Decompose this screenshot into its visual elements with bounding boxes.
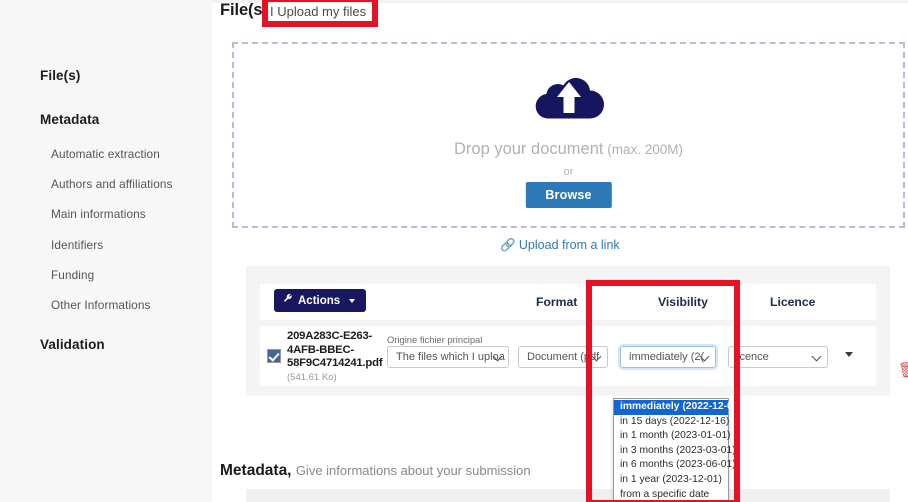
sidebar-group-files[interactable]: File(s) — [40, 68, 80, 83]
dropdown-option-in-1-year[interactable]: in 1 year (2023-12-01) — [614, 473, 728, 488]
actions-button[interactable]: Actions — [274, 289, 367, 312]
origin-select-value: The files which I uploa — [396, 351, 505, 363]
metadata-card-top — [246, 489, 890, 502]
link-icon: 🔗 — [500, 238, 516, 252]
file-name: 209A283C-E263-4AFB-BBEC-58F9C4714241.pdf — [287, 330, 383, 369]
app-root: File(s) Metadata Automatic extraction Au… — [0, 0, 908, 502]
licence-select[interactable]: icence — [728, 346, 828, 368]
visibility-select[interactable]: immediately (2( — [618, 344, 718, 370]
upload-from-link[interactable]: 🔗 Upload from a link — [212, 238, 908, 253]
dropdown-option-from-a-specific-date[interactable]: from a specific date — [614, 488, 728, 502]
panel-top-strip — [212, 0, 908, 3]
dropzone-primary-label: Drop your document — [453, 140, 604, 158]
actions-button-label: Actions — [298, 294, 341, 307]
browse-button[interactable]: Browse — [525, 182, 612, 208]
sidebar-item-main-informations[interactable]: Main informations — [51, 207, 146, 221]
file-table-header: Actions Format Visibility Licence — [260, 284, 876, 320]
sidebar-item-automatic-extraction[interactable]: Automatic extraction — [51, 147, 160, 161]
dropdown-option-in-6-months[interactable]: in 6 months (2023-06-01) — [614, 458, 736, 473]
metadata-heading-title: Metadata, — [220, 462, 292, 479]
caret-down-icon — [349, 298, 356, 303]
dropzone-or-label: or — [563, 166, 574, 178]
dropdown-option-in-3-months[interactable]: in 3 months (2023-03-01) — [614, 444, 736, 459]
table-row: 209A283C-E263-4AFB-BBEC-58F9C4714241.pdf… — [260, 326, 876, 386]
upload-from-link-label: Upload from a link — [518, 238, 620, 252]
page-title: File(s) — [220, 1, 268, 19]
main-panel: File(s) I Upload my files Drop your docu… — [212, 0, 908, 502]
sidebar-group-validation[interactable]: Validation — [40, 337, 105, 352]
licence-select-value: icence — [737, 351, 769, 363]
chevron-down-icon — [811, 351, 822, 362]
sidebar-group-metadata[interactable]: Metadata — [40, 112, 99, 127]
sidebar-item-authors-and-affiliations[interactable]: Authors and affiliations — [51, 177, 173, 191]
file-size: (541.61 Ko) — [287, 372, 337, 383]
visibility-select-value: immediately (2( — [629, 351, 705, 363]
metadata-heading-subtitle: Give informations about your submission — [295, 463, 531, 478]
file-table-card: Actions Format Visibility Licence 209A28… — [246, 266, 908, 396]
row-expand-caret-icon[interactable] — [845, 352, 853, 357]
dropdown-option-immediately[interactable]: immediately (2022-12-01) — [614, 400, 742, 415]
dropzone-main-text: Drop your document (max. 200M) — [234, 140, 903, 159]
origin-field-label: Origine fichier principal — [387, 334, 483, 345]
sidebar: File(s) Metadata Automatic extraction Au… — [0, 0, 212, 502]
dropdown-option-in-1-month[interactable]: in 1 month (2023-01-01) — [614, 429, 730, 444]
column-header-visibility: Visibility — [658, 295, 708, 309]
format-select-value: Document (pdf — [527, 351, 600, 363]
column-header-licence: Licence — [770, 295, 816, 309]
delete-file-icon[interactable]: 🗑 — [898, 361, 908, 379]
sidebar-item-identifiers[interactable]: Identifiers — [51, 238, 103, 252]
sidebar-item-other-informations[interactable]: Other Informations — [51, 298, 151, 312]
metadata-section-heading: Metadata, Give informations about your s… — [220, 462, 531, 480]
dropdown-option-in-15-days[interactable]: in 15 days (2022-12-16) — [614, 415, 729, 430]
wrench-icon — [283, 293, 293, 307]
dropzone-size-hint: (max. 200M) — [603, 142, 684, 157]
column-header-format: Format — [536, 295, 578, 309]
visibility-dropdown-list[interactable]: immediately (2022-12-01) in 15 days (202… — [613, 398, 742, 502]
row-select-checkbox[interactable] — [267, 349, 281, 363]
cloud-upload-icon — [234, 68, 903, 129]
sidebar-item-funding[interactable]: Funding — [51, 268, 94, 282]
file-dropzone[interactable]: Drop your document (max. 200M) or Browse — [232, 42, 905, 228]
tab-upload-my-files[interactable]: I Upload my files — [270, 4, 366, 19]
format-select[interactable]: Document (pdf — [518, 346, 608, 368]
origin-select[interactable]: The files which I uploa — [387, 346, 509, 368]
